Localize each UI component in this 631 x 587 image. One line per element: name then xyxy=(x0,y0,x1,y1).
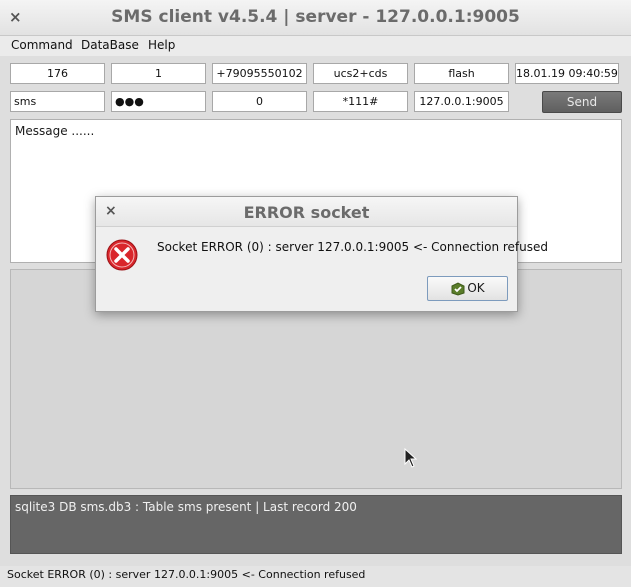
dialog-titlebar[interactable]: × ERROR socket xyxy=(96,197,517,227)
dialog-title: ERROR socket xyxy=(243,203,370,222)
user-field[interactable]: sms xyxy=(10,91,105,112)
error-dialog: × ERROR socket Socket ERROR (0) : server… xyxy=(95,196,548,312)
status-bar: Socket ERROR (0) : server 127.0.0.1:9005… xyxy=(0,566,631,587)
error-icon xyxy=(106,239,138,271)
window-title: SMS client v4.5.4 | server - 127.0.0.1:9… xyxy=(111,7,520,27)
send-button[interactable]: Send xyxy=(542,91,622,113)
mouse-cursor-icon xyxy=(404,448,418,468)
datetime-field[interactable]: 18.01.19 09:40:59 xyxy=(515,63,619,84)
count-field[interactable]: 1 xyxy=(111,63,206,84)
server-field[interactable]: 127.0.0.1:9005 xyxy=(414,91,509,112)
ok-button[interactable]: OK xyxy=(427,276,508,301)
window-titlebar[interactable]: × SMS client v4.5.4 | server - 127.0.0.1… xyxy=(0,0,631,36)
password-field[interactable]: ●●● xyxy=(111,91,206,112)
menu-database[interactable]: DataBase xyxy=(81,38,139,52)
menu-help[interactable]: Help xyxy=(148,38,175,52)
sms-class-field[interactable]: flash xyxy=(414,63,509,84)
phone-field[interactable]: +79095550102 xyxy=(212,63,307,84)
menu-command[interactable]: Command xyxy=(11,38,73,52)
ok-check-icon xyxy=(451,281,465,296)
flag-field[interactable]: 0 xyxy=(212,91,307,112)
ussd-field[interactable]: *111# xyxy=(313,91,408,112)
encoding-field[interactable]: ucs2+cds xyxy=(313,63,408,84)
dialog-message: Socket ERROR (0) : server 127.0.0.1:9005… xyxy=(157,240,549,254)
ok-label: OK xyxy=(467,281,485,295)
db-status-panel: sqlite3 DB sms.db3 : Table sms present |… xyxy=(10,495,622,554)
id-field[interactable]: 176 xyxy=(10,63,105,84)
menu-bar: Command DataBase Help xyxy=(0,36,631,56)
